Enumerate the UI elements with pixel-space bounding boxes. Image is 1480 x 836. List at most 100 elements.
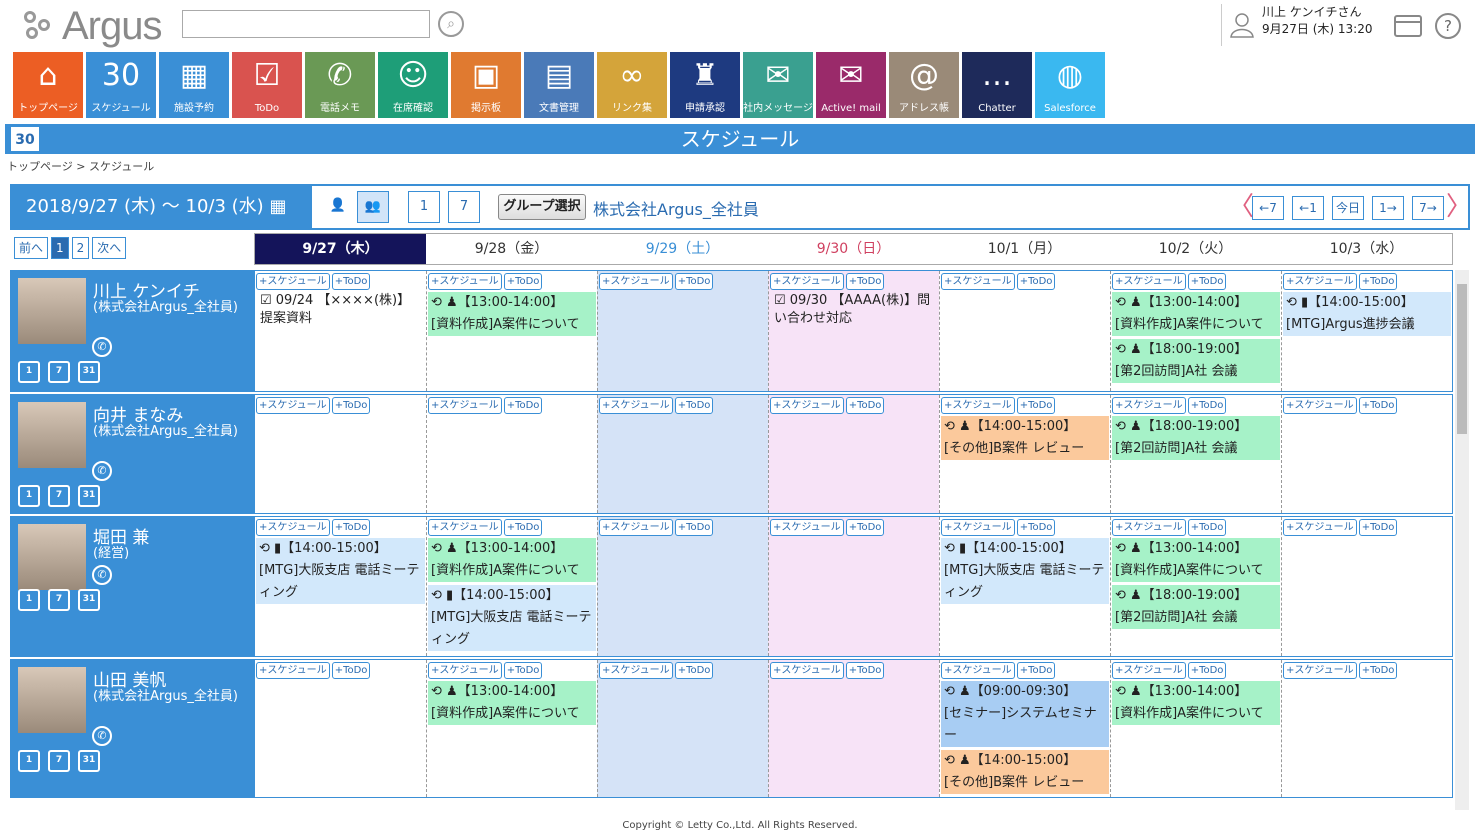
add-todo-button[interactable]: +ToDo [1016,273,1056,290]
prev-7-button[interactable]: ←7 [1252,196,1284,220]
day-view-icon[interactable]: 1 [408,191,440,223]
add-schedule-button[interactable]: +スケジュール [1112,397,1186,414]
next-1-button[interactable]: 1→ [1372,196,1404,220]
avatar[interactable] [18,524,86,590]
scrollbar[interactable] [1455,270,1469,810]
schedule-event[interactable]: ⟲ ♟【13:00-14:00】 [資料作成]A案件について [1112,681,1280,725]
prev-chevron-icon[interactable]: 〈 [1228,192,1254,222]
phone-icon[interactable]: ✆ [92,726,112,746]
nav-item-12[interactable]: @ アドレス帳 [889,52,959,118]
add-schedule-button[interactable]: +スケジュール [256,397,330,414]
nav-item-9[interactable]: ♜ 申請承認 [670,52,740,118]
add-todo-button[interactable]: +ToDo [331,397,371,414]
schedule-event[interactable]: ⟲ ▮【14:00-15:00】 [MTG]大阪支店 電話ミーティング [428,585,596,651]
add-schedule-button[interactable]: +スケジュール [599,519,673,536]
nav-item-7[interactable]: ▤ 文書管理 [524,52,594,118]
calendar-31-icon[interactable]: 31 [78,361,100,383]
calendar-7-icon[interactable]: 7 [48,485,70,507]
nav-item-2[interactable]: ▦ 施設予約 [159,52,229,118]
add-schedule-button[interactable]: +スケジュール [428,397,502,414]
add-schedule-button[interactable]: +スケジュール [770,273,844,290]
avatar[interactable] [18,667,86,733]
add-schedule-button[interactable]: +スケジュール [599,662,673,679]
scrollbar-thumb[interactable] [1457,284,1467,434]
pager-page-2[interactable]: 2 [71,237,90,259]
avatar[interactable] [18,402,86,468]
add-schedule-button[interactable]: +スケジュール [941,397,1015,414]
schedule-event[interactable]: ⟲ ♟【13:00-14:00】 [資料作成]A案件について [428,538,596,582]
add-todo-button[interactable]: +ToDo [674,397,714,414]
add-todo-button[interactable]: +ToDo [1016,519,1056,536]
add-todo-button[interactable]: +ToDo [845,397,885,414]
add-schedule-button[interactable]: +スケジュール [428,662,502,679]
add-todo-button[interactable]: +ToDo [1358,397,1398,414]
search-input[interactable] [182,10,430,38]
schedule-event[interactable]: ⟲ ♟【18:00-19:00】 [第2回訪問]A社 会議 [1112,416,1280,460]
add-schedule-button[interactable]: +スケジュール [1112,662,1186,679]
todo-item[interactable]: ☑ 09/24 【××××(株)】提案資料 [256,292,425,328]
calendar-1-icon[interactable]: 1 [18,750,40,772]
add-schedule-button[interactable]: +スケジュール [428,273,502,290]
schedule-event[interactable]: ⟲ ♟【13:00-14:00】 [資料作成]A案件について [1112,538,1280,582]
nav-item-0[interactable]: ⌂ トップページ [13,52,83,118]
date-picker-icon[interactable]: ▦ [269,196,286,217]
phone-icon[interactable]: ✆ [92,461,112,481]
add-todo-button[interactable]: +ToDo [503,662,543,679]
add-schedule-button[interactable]: +スケジュール [256,273,330,290]
avatar[interactable] [18,278,86,344]
single-user-icon[interactable]: 👤 [322,191,354,223]
calendar-1-icon[interactable]: 1 [18,485,40,507]
add-schedule-button[interactable]: +スケジュール [770,397,844,414]
pager-next-button[interactable]: 次へ [92,237,127,259]
window-icon[interactable] [1394,15,1422,37]
nav-item-5[interactable]: ☺ 在席確認 [378,52,448,118]
nav-item-13[interactable]: … Chatter [962,52,1032,118]
schedule-event[interactable]: ⟲ ▮【14:00-15:00】 [MTG]Argus進捗会議 [1283,292,1451,336]
argus-logo[interactable]: Argus [24,4,162,48]
add-todo-button[interactable]: +ToDo [503,273,543,290]
nav-item-4[interactable]: ✆ 電話メモ [305,52,375,118]
add-todo-button[interactable]: +ToDo [503,519,543,536]
add-schedule-button[interactable]: +スケジュール [1283,519,1357,536]
schedule-event[interactable]: ⟲ ♟【18:00-19:00】 [第2回訪問]A社 会議 [1112,585,1280,629]
nav-item-11[interactable]: ✉ Active! mail [816,52,886,118]
next-chevron-icon[interactable]: 〉 [1446,192,1472,222]
add-todo-button[interactable]: +ToDo [331,519,371,536]
week-view-icon[interactable]: 7 [448,191,480,223]
add-todo-button[interactable]: +ToDo [674,273,714,290]
add-todo-button[interactable]: +ToDo [674,519,714,536]
calendar-1-icon[interactable]: 1 [18,361,40,383]
prev-1-button[interactable]: ←1 [1292,196,1324,220]
add-schedule-button[interactable]: +スケジュール [941,662,1015,679]
nav-item-14[interactable]: ◍ Salesforce [1035,52,1105,118]
add-todo-button[interactable]: +ToDo [331,273,371,290]
calendar-7-icon[interactable]: 7 [48,361,70,383]
add-todo-button[interactable]: +ToDo [1358,273,1398,290]
nav-item-1[interactable]: 30 スケジュール [86,52,156,118]
schedule-event[interactable]: ⟲ ♟【13:00-14:00】 [資料作成]A案件について [428,292,596,336]
add-todo-button[interactable]: +ToDo [674,662,714,679]
calendar-7-icon[interactable]: 7 [48,750,70,772]
add-schedule-button[interactable]: +スケジュール [428,519,502,536]
pager-prev-button[interactable]: 前へ [14,237,49,259]
calendar-31-icon[interactable]: 31 [78,589,100,611]
schedule-event[interactable]: ⟲ ♟【09:00-09:30】 [セミナー]システムセミナー [941,681,1109,747]
add-schedule-button[interactable]: +スケジュール [1112,273,1186,290]
add-todo-button[interactable]: +ToDo [845,519,885,536]
calendar-7-icon[interactable]: 7 [48,589,70,611]
nav-item-3[interactable]: ☑ ToDo [232,52,302,118]
add-todo-button[interactable]: +ToDo [1358,662,1398,679]
phone-icon[interactable]: ✆ [92,337,112,357]
nav-item-10[interactable]: ✉ 社内メッセージ [743,52,813,118]
schedule-event[interactable]: ⟲ ♟【14:00-15:00】 [その他]B案件 レビュー [941,750,1109,794]
calendar-1-icon[interactable]: 1 [18,589,40,611]
schedule-event[interactable]: ⟲ ▮【14:00-15:00】 [MTG]大阪支店 電話ミーティング [941,538,1109,604]
add-schedule-button[interactable]: +スケジュール [599,397,673,414]
calendar-31-icon[interactable]: 31 [78,750,100,772]
schedule-event[interactable]: ⟲ ♟【14:00-15:00】 [その他]B案件 レビュー [941,416,1109,460]
schedule-event[interactable]: ⟲ ♟【18:00-19:00】 [第2回訪問]A社 会議 [1112,339,1280,383]
group-select-button[interactable]: グループ選択 [498,194,586,220]
add-todo-button[interactable]: +ToDo [1187,273,1227,290]
calendar-31-icon[interactable]: 31 [78,485,100,507]
search-icon[interactable]: ⌕ [438,11,464,37]
